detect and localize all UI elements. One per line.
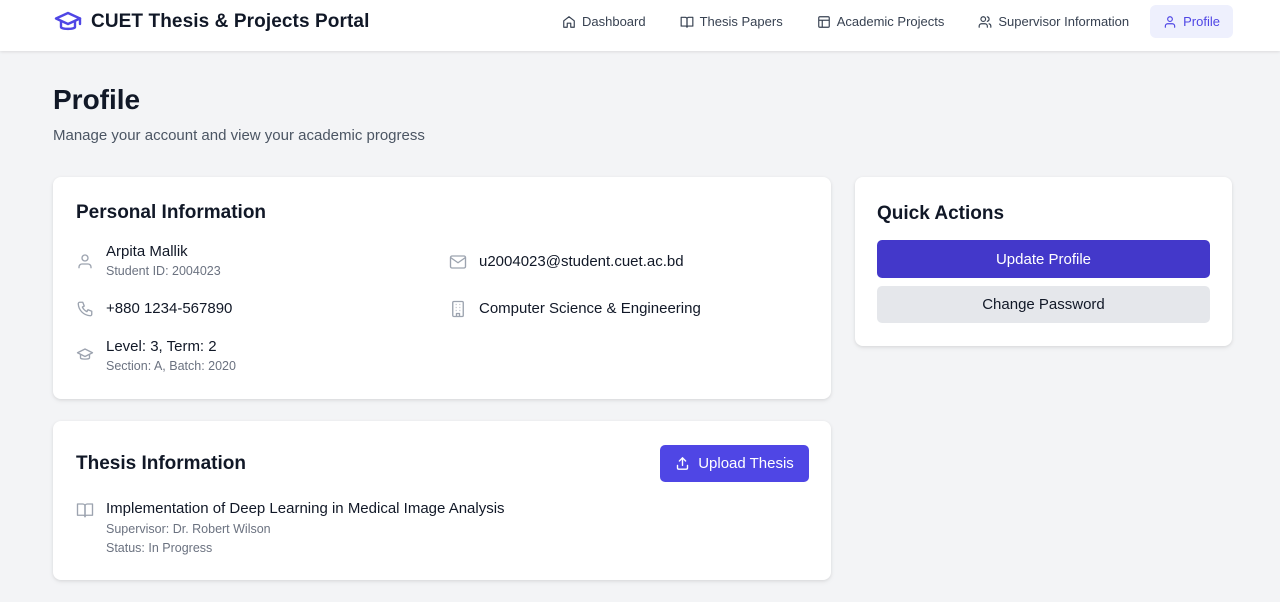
thesis-row: Implementation of Deep Learning in Medic… bbox=[76, 499, 505, 557]
graduation-cap-icon bbox=[76, 348, 94, 360]
book-icon bbox=[76, 503, 94, 518]
student-phone: +880 1234-567890 bbox=[106, 300, 233, 317]
section-batch: Section: A, Batch: 2020 bbox=[106, 359, 236, 373]
upload-thesis-label: Upload Thesis bbox=[698, 455, 794, 472]
student-department: Computer Science & Engineering bbox=[479, 300, 701, 317]
graduation-cap-icon bbox=[54, 11, 82, 31]
thesis-title: Implementation of Deep Learning in Medic… bbox=[106, 500, 505, 517]
nav-academic-projects-label: Academic Projects bbox=[836, 14, 945, 29]
level-term: Level: 3, Term: 2 bbox=[106, 338, 217, 355]
email-row: u2004023@student.cuet.ac.bd bbox=[449, 252, 684, 272]
main-nav: Dashboard Thesis Papers Academic Project… bbox=[549, 5, 1233, 38]
student-email: u2004023@student.cuet.ac.bd bbox=[479, 253, 684, 270]
department-row: Computer Science & Engineering bbox=[449, 299, 701, 319]
top-navbar: CUET Thesis & Projects Portal Dashboard … bbox=[0, 0, 1280, 51]
phone-icon bbox=[77, 301, 93, 317]
user-icon bbox=[1164, 15, 1176, 28]
nav-thesis-papers-label: Thesis Papers bbox=[699, 14, 783, 29]
thesis-status: Status: In Progress bbox=[106, 541, 213, 555]
nav-thesis-papers[interactable]: Thesis Papers bbox=[667, 5, 796, 38]
student-name: Arpita Mallik bbox=[106, 243, 188, 260]
phone-row: +880 1234-567890 bbox=[76, 299, 232, 319]
personal-information-heading: Personal Information bbox=[76, 202, 267, 223]
upload-icon bbox=[677, 457, 689, 470]
nav-dashboard[interactable]: Dashboard bbox=[549, 5, 659, 38]
level-row: Level: 3, Term: 2 Section: A, Batch: 202… bbox=[76, 337, 236, 375]
layout-icon bbox=[817, 15, 830, 28]
thesis-supervisor: Supervisor: Dr. Robert Wilson bbox=[106, 522, 271, 536]
book-icon bbox=[680, 16, 694, 28]
nav-supervisor-information-label: Supervisor Information bbox=[998, 14, 1130, 29]
update-profile-button[interactable]: Update Profile bbox=[877, 240, 1210, 278]
brand-title: CUET Thesis & Projects Portal bbox=[91, 11, 370, 32]
personal-information-card: Personal Information Arpita Mallik Stude… bbox=[53, 177, 831, 399]
users-icon bbox=[978, 15, 992, 28]
thesis-information-heading: Thesis Information bbox=[76, 453, 246, 474]
mail-icon bbox=[449, 255, 467, 269]
nav-profile-label: Profile bbox=[1183, 14, 1220, 29]
name-row: Arpita Mallik Student ID: 2004023 bbox=[76, 242, 221, 280]
change-password-button[interactable]: Change Password bbox=[877, 286, 1210, 323]
nav-dashboard-label: Dashboard bbox=[582, 14, 646, 29]
nav-profile[interactable]: Profile bbox=[1150, 5, 1233, 38]
thesis-information-card: Thesis Information Upload Thesis Impleme… bbox=[53, 421, 831, 580]
building-icon bbox=[452, 300, 464, 318]
page-subtitle: Manage your account and view your academ… bbox=[53, 127, 425, 144]
nav-academic-projects[interactable]: Academic Projects bbox=[804, 5, 958, 38]
brand[interactable]: CUET Thesis & Projects Portal bbox=[54, 10, 369, 34]
user-icon bbox=[78, 254, 92, 269]
quick-actions-card: Quick Actions Update Profile Change Pass… bbox=[855, 177, 1232, 346]
quick-actions-heading: Quick Actions bbox=[877, 203, 1005, 224]
home-icon bbox=[563, 15, 575, 28]
student-id: Student ID: 2004023 bbox=[106, 264, 221, 278]
page-title: Profile bbox=[53, 84, 141, 115]
nav-supervisor-information[interactable]: Supervisor Information bbox=[965, 5, 1142, 38]
upload-thesis-button[interactable]: Upload Thesis bbox=[660, 445, 809, 482]
